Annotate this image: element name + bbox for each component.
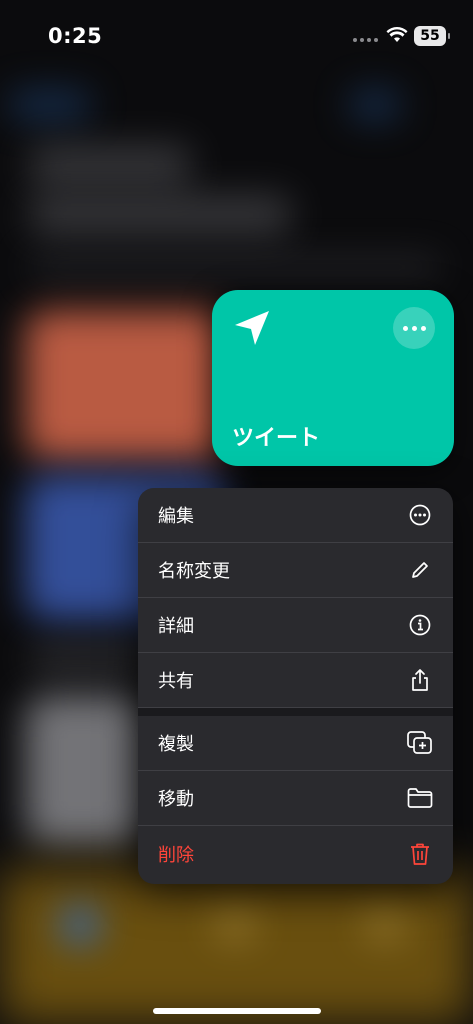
cellular-signal-icon [353, 38, 378, 42]
menu-item-duplicate[interactable]: 複製 [138, 716, 453, 771]
trash-icon [407, 841, 433, 867]
status-time: 0:25 [48, 24, 103, 48]
menu-item-rename[interactable]: 名称変更 [138, 543, 453, 598]
shortcut-card[interactable]: ツイート [212, 290, 454, 466]
menu-item-label: 編集 [158, 506, 194, 527]
menu-item-label: 共有 [158, 671, 194, 692]
status-bar: 0:25 55 [0, 0, 473, 74]
blurred-tab-icon [365, 910, 405, 940]
share-icon [407, 667, 433, 693]
battery-icon: 55 [414, 26, 450, 46]
blurred-gray-shortcut [25, 695, 145, 845]
blurred-section-header [30, 645, 150, 671]
duplicate-icon [407, 730, 433, 756]
shortcut-name: ツイート [232, 426, 321, 451]
context-menu: 編集 名称変更 詳細 共有 複製 移動 削除 [138, 488, 453, 884]
info-circle-icon [407, 612, 433, 638]
blurred-tab-icon [60, 905, 100, 945]
paper-plane-icon [235, 311, 269, 345]
blurred-orange-shortcut [25, 310, 225, 460]
home-indicator[interactable] [153, 1008, 321, 1014]
menu-item-label: 詳細 [158, 616, 194, 637]
menu-item-label: 名称変更 [158, 561, 230, 582]
menu-item-edit[interactable]: 編集 [138, 488, 453, 543]
menu-item-share[interactable]: 共有 [138, 653, 453, 708]
blurred-tab-bar [0, 870, 473, 1024]
blurred-title [30, 145, 190, 185]
menu-item-move[interactable]: 移動 [138, 771, 453, 826]
menu-item-label: 移動 [158, 789, 194, 810]
folder-icon [407, 785, 433, 811]
menu-item-label: 削除 [158, 844, 194, 866]
blurred-add-button [350, 90, 400, 120]
more-button[interactable] [393, 307, 435, 349]
pencil-icon [407, 557, 433, 583]
menu-item-details[interactable]: 詳細 [138, 598, 453, 653]
menu-item-label: 複製 [158, 734, 194, 755]
menu-item-delete[interactable]: 削除 [138, 826, 453, 881]
blurred-tab-icon [215, 910, 255, 940]
blurred-search-bar [30, 258, 440, 276]
blurred-back-button [10, 90, 90, 120]
menu-separator [138, 708, 453, 716]
blurred-subtitle [30, 195, 290, 235]
wifi-icon [386, 27, 408, 42]
ellipsis-circle-icon [407, 502, 433, 528]
